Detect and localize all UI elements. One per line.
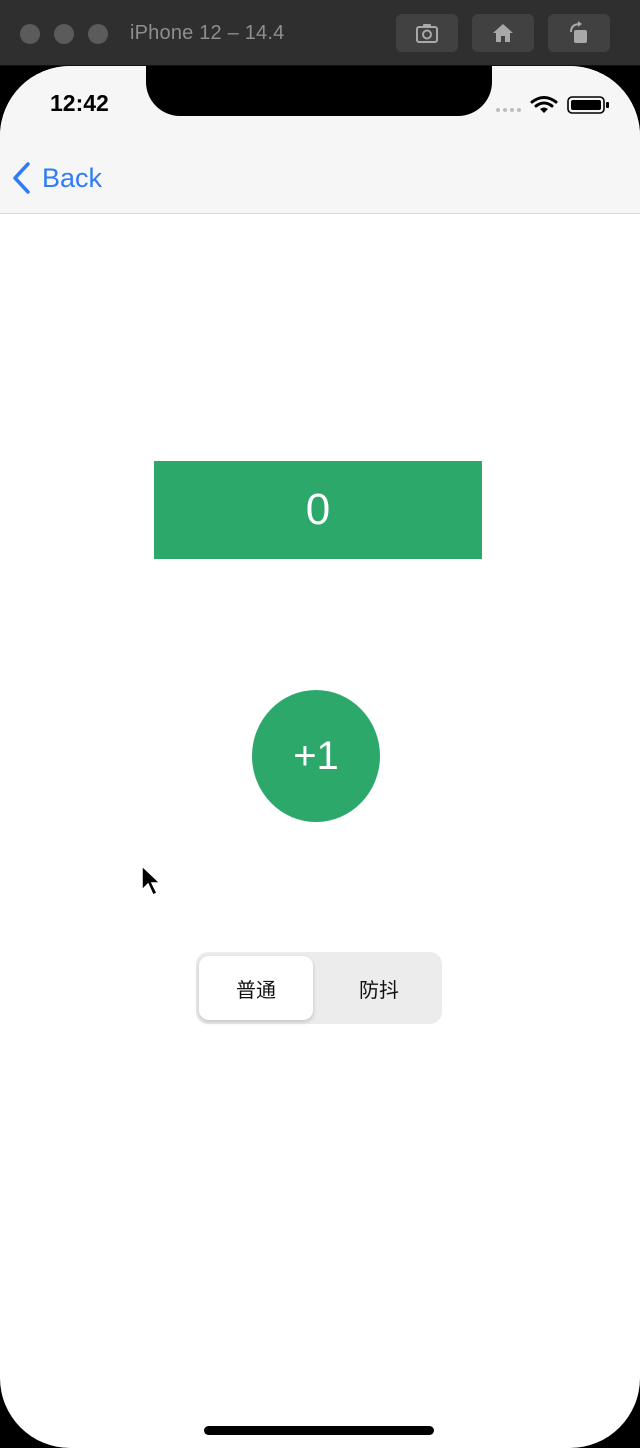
status-indicators [496,96,609,114]
battery-icon [567,96,609,114]
increment-button[interactable]: +1 [252,690,380,822]
chevron-left-icon [13,162,30,194]
minimize-window-button[interactable] [54,24,74,44]
back-label: Back [42,162,103,193]
counter-value: 0 [305,485,331,534]
simulator-titlebar: iPhone 12 – 14.4 [0,0,640,66]
mode-segmented-control: 普通 防抖 [196,952,442,1024]
segment-debounce[interactable]: 防抖 [322,956,436,1020]
phone-screen: 12:42 Back 0 +1 普通 防抖 [0,66,640,1448]
mouse-pointer-icon [141,864,162,897]
status-time: 12:42 [50,90,109,116]
counter-display: 0 [154,461,482,559]
home-button[interactable] [472,14,534,52]
home-icon [493,24,513,42]
device-frame: 12:42 Back 0 +1 普通 防抖 [0,66,640,1448]
cellular-signal-icon [496,108,521,112]
increment-label: +1 [293,733,339,778]
zoom-window-button[interactable] [88,24,108,44]
segment-normal[interactable]: 普通 [199,956,313,1020]
rotate-icon [570,21,587,43]
close-window-button[interactable] [20,24,40,44]
screenshot-button[interactable] [396,14,458,52]
home-indicator[interactable] [204,1426,434,1435]
segment-normal-label: 普通 [236,979,276,1002]
screenshot-icon [416,24,438,43]
back-button[interactable]: Back [10,158,102,198]
notch [146,66,492,116]
wifi-icon [530,96,558,113]
rotate-button[interactable] [548,14,610,52]
simulator-title: iPhone 12 – 14.4 [130,22,285,44]
segment-debounce-label: 防抖 [359,979,399,1002]
